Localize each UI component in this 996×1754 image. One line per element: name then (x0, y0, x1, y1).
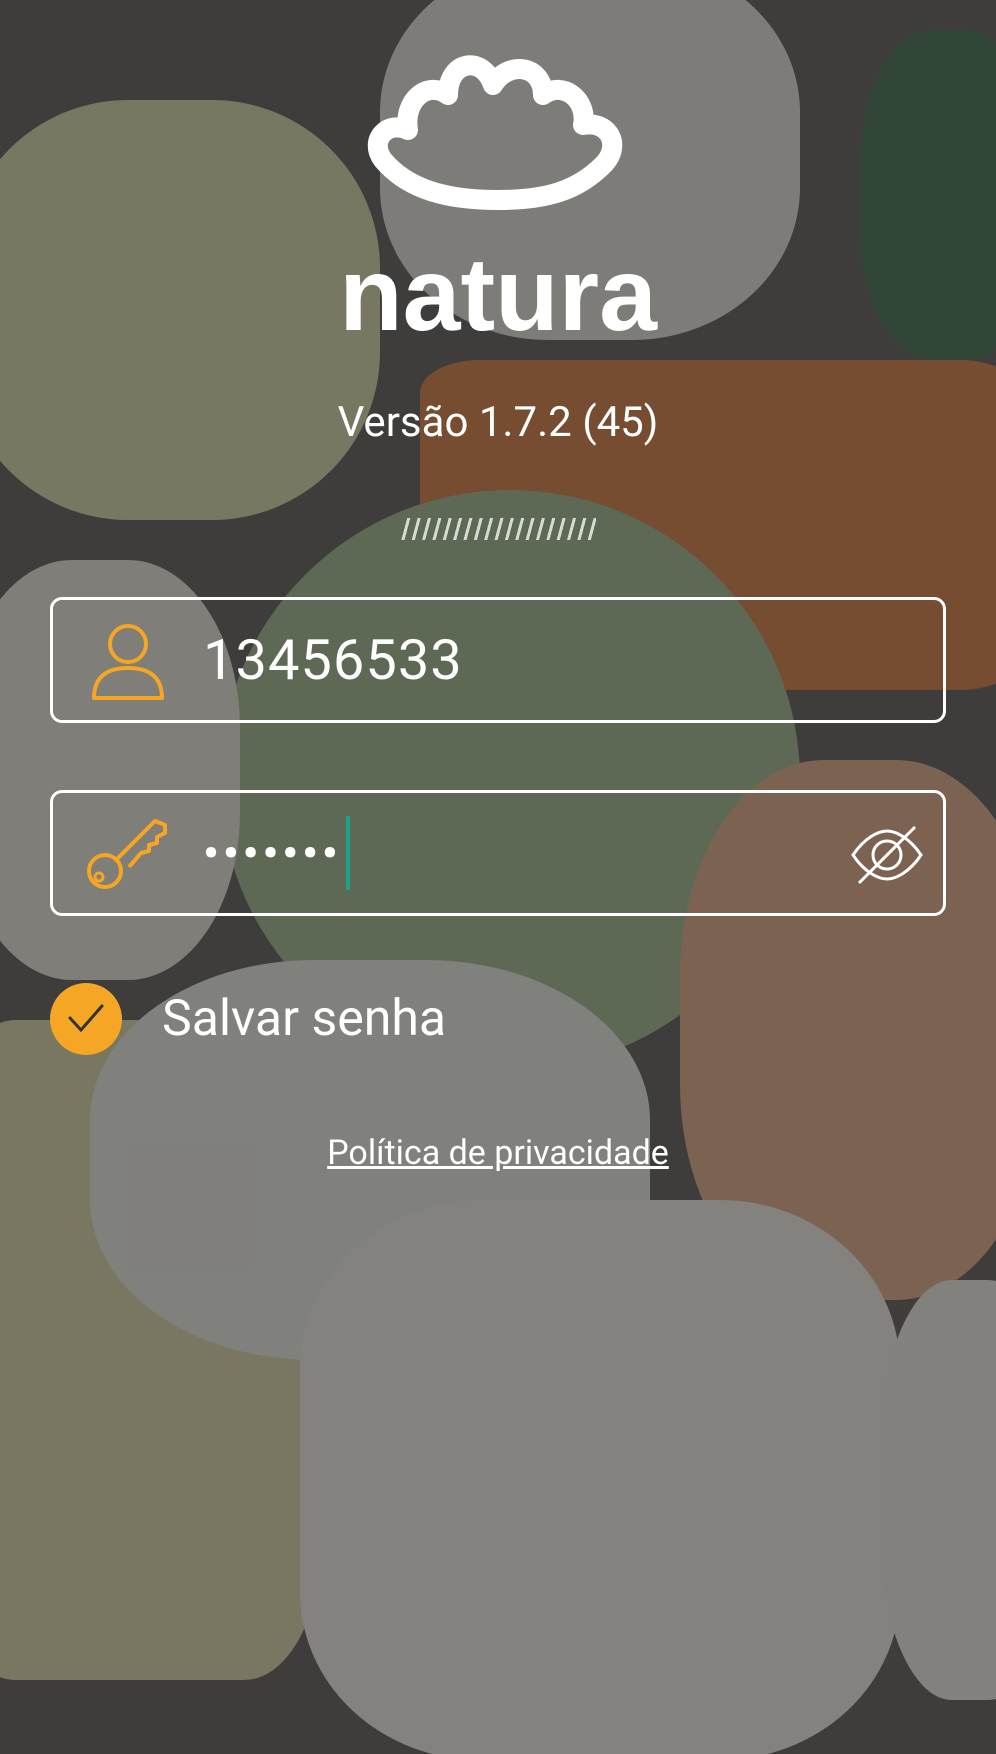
key-icon (73, 811, 183, 895)
natura-logo: natura (0, 40, 996, 340)
user-id-field[interactable]: 13456533 (50, 597, 946, 723)
password-value: ••••••• (203, 827, 342, 879)
save-password-checkbox[interactable] (50, 983, 122, 1055)
loading-indicator (400, 518, 596, 540)
save-password-label: Salvar senha (162, 990, 447, 1048)
eye-off-icon[interactable] (849, 823, 925, 891)
user-id-value: 13456533 (203, 627, 463, 693)
check-icon (68, 1004, 104, 1033)
version-label: Versão 1.7.2 (45) (337, 398, 659, 447)
save-password-row[interactable]: Salvar senha (50, 983, 446, 1055)
user-icon (73, 618, 183, 702)
text-caret (345, 816, 350, 890)
password-field[interactable]: ••••••• (50, 790, 946, 916)
natura-wordmark: natura (339, 237, 658, 340)
privacy-policy-link[interactable]: Política de privacidade (0, 1133, 996, 1173)
